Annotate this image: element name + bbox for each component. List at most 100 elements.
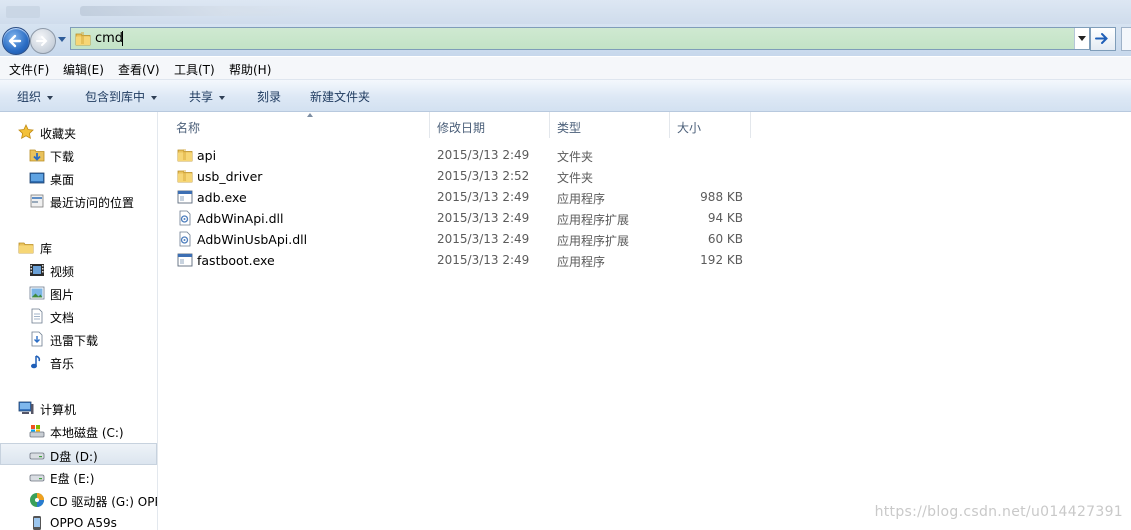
sidebar-group-label: 收藏夹 [40,127,77,141]
file-row[interactable]: adb.exe 2015/3/13 2:49 应用程序 988 KB [172,187,752,208]
column-header-name[interactable]: 名称 [169,112,430,138]
sidebar-item-videos[interactable]: 视频 [0,259,157,281]
sidebar-item-cd-drive[interactable]: CD 驱动器 (G:) OPP [0,489,157,511]
file-row[interactable]: AdbWinUsbApi.dll 2015/3/13 2:49 应用程序扩展 6… [172,229,752,250]
sidebar-item-drive-c[interactable]: 本地磁盘 (C:) [0,420,157,442]
file-row[interactable]: api 2015/3/13 2:49 文件夹 [172,145,752,166]
sidebar-item-drive-d[interactable]: D盘 (D:) [0,443,157,465]
sidebar-group-favorites[interactable]: 收藏夹 [0,121,157,143]
sidebar-item-label: OPPO A59s [50,516,117,530]
column-header-label: 大小 [677,121,702,135]
system-drive-icon [29,425,45,438]
sidebar-item-drive-e[interactable]: E盘 (E:) [0,466,157,488]
burn-button[interactable]: 刻录 [257,88,281,105]
column-header-date[interactable]: 修改日期 [430,112,550,138]
menu-file[interactable]: 文件(F) [9,61,49,78]
new-folder-button[interactable]: 新建文件夹 [310,88,370,105]
back-button[interactable] [2,27,30,55]
sidebar-item-label: 音乐 [50,357,75,371]
sidebar-group-label: 库 [40,242,53,256]
desktop-icon [29,172,45,184]
sidebar-item-label: 图片 [50,288,75,302]
download-folder-icon [29,149,45,162]
column-header-label: 类型 [557,121,582,135]
file-size: 60 KB [707,232,743,246]
go-button[interactable] [1090,27,1116,51]
dropdown-arrow-icon [151,95,158,100]
sidebar-item-pictures[interactable]: 图片 [0,282,157,304]
command-bar [0,80,1131,112]
address-dropdown-button[interactable] [1074,28,1089,49]
title-icon [6,6,40,18]
file-name: api [197,148,217,163]
sidebar-item-documents[interactable]: 文档 [0,305,157,327]
sidebar-item-desktop[interactable]: 桌面 [0,167,157,189]
file-size: 94 KB [707,211,743,225]
file-date: 2015/3/13 2:49 [437,232,530,246]
sidebar-item-label: 下载 [50,150,75,164]
file-type: 文件夹 [557,150,594,164]
address-input[interactable] [95,30,1045,46]
address-bar[interactable] [70,27,1090,50]
column-header-label: 名称 [176,121,201,135]
menu-edit[interactable]: 编辑(E) [63,61,104,78]
sidebar-item-downloads[interactable]: 下载 [0,144,157,166]
sidebar-item-label: D盘 (D:) [50,450,98,464]
menu-tools[interactable]: 工具(T) [174,61,215,78]
include-in-library-button[interactable]: 包含到库中 [85,88,158,105]
hard-drive-icon [29,452,45,460]
file-row[interactable]: usb_driver 2015/3/13 2:52 文件夹 [172,166,752,187]
sidebar-item-music[interactable]: 音乐 [0,351,157,373]
file-date: 2015/3/13 2:49 [437,148,530,162]
organize-button[interactable]: 组织 [17,88,54,105]
column-header-size[interactable]: 大小 [670,112,751,138]
column-header-type[interactable]: 类型 [550,112,670,138]
file-name: AdbWinApi.dll [197,211,284,226]
phone-device-icon [33,516,41,530]
documents-icon [31,308,43,324]
navigation-pane: 收藏夹 下载 桌面 最近访问的位置 库 视频 图片 文档 迅雷下载 音乐 计算机 [0,112,158,530]
sidebar-item-label: 最近访问的位置 [50,196,135,210]
watermark-text: https://blog.csdn.net/u014427391 [874,504,1123,520]
window-title-blurred [80,6,320,16]
organize-label: 组织 [17,90,42,104]
arrow-left-icon [8,34,22,48]
sidebar-item-label: E盘 (E:) [50,472,95,486]
star-icon [18,124,34,139]
sidebar-item-label: CD 驱动器 (G:) OPP [50,495,158,509]
menu-view[interactable]: 查看(V) [118,61,160,78]
sidebar-item-label: 本地磁盘 (C:) [50,426,124,440]
exe-icon [177,190,193,204]
sidebar-item-thunder-downloads[interactable]: 迅雷下载 [0,328,157,350]
file-type: 应用程序扩展 [557,234,630,248]
chevron-down-icon [1078,36,1086,41]
go-arrow-icon [1095,33,1108,44]
file-date: 2015/3/13 2:49 [437,190,530,204]
forward-button[interactable] [30,28,56,54]
file-name: adb.exe [197,190,247,205]
sidebar-item-phone[interactable]: OPPO A59s [0,512,157,530]
file-list-pane: 名称 修改日期 类型 大小 api 2015/3/13 2:49 文件夹 usb… [158,112,1131,530]
sidebar-group-computer[interactable]: 计算机 [0,397,157,419]
file-date: 2015/3/13 2:49 [437,211,530,225]
share-button[interactable]: 共享 [189,88,226,105]
file-type: 文件夹 [557,171,594,185]
file-name: fastboot.exe [197,253,275,268]
title-bar [0,0,1131,24]
file-row[interactable]: AdbWinApi.dll 2015/3/13 2:49 应用程序扩展 94 K… [172,208,752,229]
recent-places-icon [30,194,44,208]
thunder-download-icon [31,331,43,347]
sidebar-item-recent-places[interactable]: 最近访问的位置 [0,190,157,212]
sidebar-item-label: 迅雷下载 [50,334,99,348]
include-in-library-label: 包含到库中 [85,90,146,104]
recent-pages-dropdown-icon[interactable] [57,35,67,43]
file-row[interactable]: fastboot.exe 2015/3/13 2:49 应用程序 192 KB [172,250,752,271]
menu-help[interactable]: 帮助(H) [229,61,271,78]
cd-drive-icon [30,493,44,507]
hard-drive-icon [29,474,45,482]
sidebar-group-libraries[interactable]: 库 [0,236,157,258]
folder-icon [177,149,193,162]
file-date: 2015/3/13 2:52 [437,169,530,183]
file-size: 192 KB [700,253,743,267]
search-box[interactable] [1121,27,1131,51]
